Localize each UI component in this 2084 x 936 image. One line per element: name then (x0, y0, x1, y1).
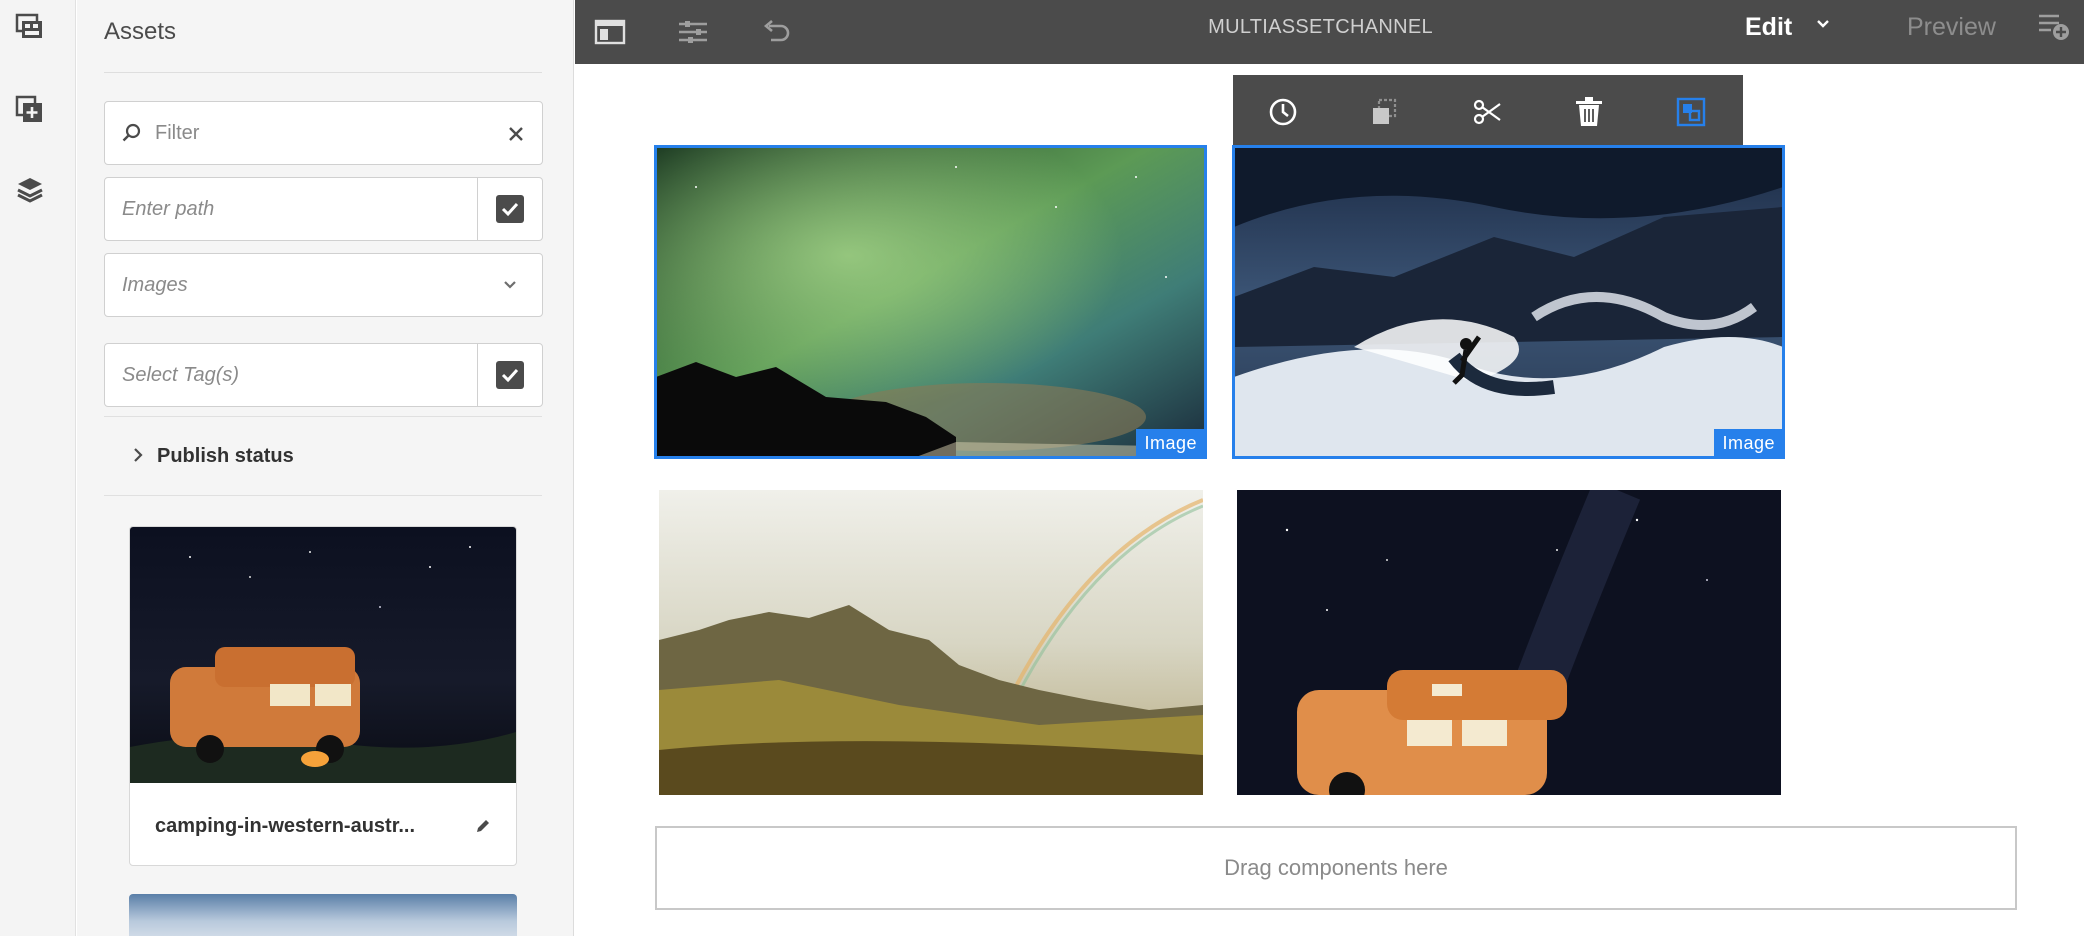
editor-toolbar: MULTIASSETCHANNEL Edit Preview (575, 0, 2084, 64)
publish-status-toggle[interactable]: Publish status (104, 416, 542, 496)
clear-icon[interactable] (508, 126, 524, 147)
chevron-down-icon (502, 276, 518, 297)
mode-edit-button[interactable]: Edit (1745, 13, 1792, 42)
page-title: MULTIASSETCHANNEL (1208, 16, 1433, 38)
asset-finder-icon[interactable] (12, 10, 48, 46)
drop-zone[interactable]: Drag components here (655, 826, 2017, 910)
asset-card[interactable]: camping-in-western-austr... (129, 526, 517, 866)
image-component-rainbow-mountains[interactable] (659, 490, 1203, 795)
cut-icon[interactable] (1468, 92, 1508, 132)
tags-placeholder: Select Tag(s) (122, 364, 240, 386)
chevron-right-icon (131, 447, 145, 468)
component-toolbar (1233, 75, 1743, 149)
asset-card-next[interactable] (129, 894, 517, 936)
search-icon (121, 122, 143, 149)
preview-button[interactable]: Preview (1907, 13, 1996, 42)
publish-status-label: Publish status (157, 445, 294, 467)
group-icon[interactable] (1671, 92, 1711, 132)
tags-field[interactable]: Select Tag(s) (104, 343, 543, 407)
path-placeholder: Enter path (122, 198, 215, 220)
asset-type-select[interactable]: Images (104, 253, 543, 317)
image-component-camper-van[interactable] (1237, 490, 1781, 795)
divider (104, 72, 542, 73)
asset-name: camping-in-western-austr... (155, 815, 416, 837)
image-component-surfer[interactable]: Image (1232, 145, 1785, 459)
checkmark-icon (501, 202, 519, 217)
asset-thumbnail (130, 527, 516, 783)
edit-icon[interactable] (474, 817, 492, 840)
delete-icon[interactable] (1569, 92, 1609, 132)
camper-van-image (1237, 490, 1781, 795)
components-icon[interactable] (12, 92, 48, 128)
assets-panel: Assets Filter Enter path Images Select T… (77, 0, 574, 936)
content-tree-icon[interactable] (12, 172, 48, 208)
panel-title: Assets (104, 18, 177, 45)
component-type-badge: Image (1136, 429, 1205, 457)
left-rail (0, 0, 76, 936)
image-component-aurora[interactable]: Image (654, 145, 1207, 459)
surfer-image (1234, 147, 1783, 457)
checkmark-icon (501, 368, 519, 383)
mountains-image (659, 490, 1203, 795)
tags-checkbox[interactable] (496, 361, 524, 389)
path-checkbox[interactable] (496, 195, 524, 223)
chevron-down-icon[interactable] (1815, 16, 1831, 37)
path-field[interactable]: Enter path (104, 177, 543, 241)
aurora-image (656, 147, 1205, 457)
asset-type-value: Images (122, 274, 188, 296)
page-info-icon[interactable] (2037, 12, 2071, 47)
component-type-badge: Image (1714, 429, 1783, 457)
filter-input[interactable]: Filter (104, 101, 543, 165)
filter-placeholder: Filter (155, 122, 200, 144)
history-icon[interactable] (1263, 92, 1303, 132)
copy-icon[interactable] (1365, 92, 1405, 132)
